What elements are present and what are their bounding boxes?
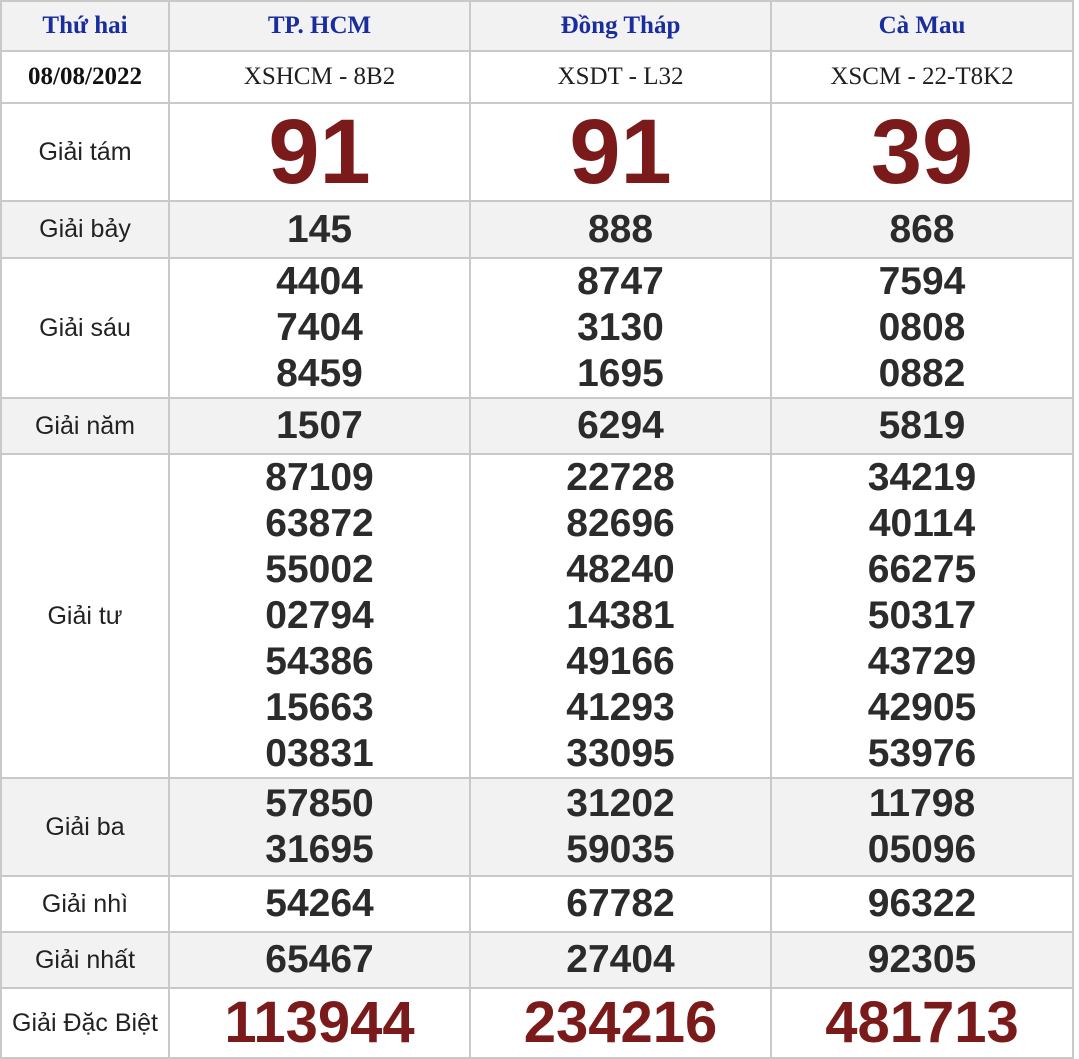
prize-value: 4404	[276, 260, 363, 303]
prize-value: 8747	[577, 260, 664, 303]
prize-value: 8459	[276, 352, 363, 395]
prize-value: 02794	[265, 594, 374, 637]
prize-value: 0808	[878, 306, 966, 349]
prize-value: 49166	[566, 640, 675, 683]
prize-value: 868	[770, 200, 1074, 259]
prize-value: 31695	[265, 828, 374, 871]
prize-values-ca-mau: 34219 40114 66275 50317 43729 42905 5397…	[770, 453, 1074, 779]
prize-values-hcm: 57850 31695	[168, 777, 471, 877]
prize-value: 53976	[867, 732, 977, 775]
prize-value: 59035	[566, 828, 675, 871]
prize-value: 39	[770, 102, 1074, 202]
prize-values-hcm: 4404 7404 8459	[168, 257, 471, 399]
day-of-week: Thứ hai	[0, 0, 170, 52]
prize-value: 27404	[469, 931, 772, 989]
special-prize-value: 481713	[770, 987, 1074, 1059]
prize-value: 145	[168, 200, 471, 259]
prize-value: 5819	[770, 397, 1074, 455]
prize-value: 6294	[469, 397, 772, 455]
prize-label: Giải bảy	[0, 200, 170, 259]
province-hcm: TP. HCM	[168, 0, 471, 52]
prize-row-5: Giải năm 1507 6294 5819	[0, 397, 1074, 455]
prize-value: 92305	[770, 931, 1074, 989]
prize-value: 7404	[276, 306, 363, 349]
prize-label: Giải tư	[0, 453, 170, 779]
prize-value: 54264	[168, 875, 471, 933]
prize-row-8: Giải tám 91 91 39	[0, 102, 1074, 202]
province-ca-mau: Cà Mau	[770, 0, 1074, 52]
prize-value: 82696	[566, 502, 675, 545]
prize-value: 48240	[566, 548, 675, 591]
prize-label: Giải nhất	[0, 931, 170, 989]
prize-value: 40114	[868, 502, 976, 545]
draw-code-hcm: XSHCM - 8B2	[168, 50, 471, 104]
prize-value: 03831	[265, 732, 374, 775]
prize-value: 55002	[265, 548, 374, 591]
prize-value: 43729	[867, 640, 977, 683]
prize-label: Giải nhì	[0, 875, 170, 933]
prize-value: 3130	[577, 306, 664, 349]
prize-value: 91	[168, 102, 471, 202]
draw-code-dong-thap: XSDT - L32	[469, 50, 772, 104]
prize-value: 33095	[566, 732, 675, 775]
prize-value: 7594	[878, 260, 966, 303]
prize-label: Giải Đặc Biệt	[0, 987, 170, 1059]
draw-date: 08/08/2022	[0, 50, 170, 104]
lottery-results-table: Thứ hai TP. HCM Đồng Tháp Cà Mau 08/08/2…	[0, 0, 1074, 1059]
prize-values-dong-thap: 31202 59035	[469, 777, 772, 877]
prize-value: 63872	[265, 502, 374, 545]
draw-code-row: 08/08/2022 XSHCM - 8B2 XSDT - L32 XSCM -…	[0, 50, 1074, 104]
draw-code-ca-mau: XSCM - 22-T8K2	[770, 50, 1074, 104]
prize-value: 1507	[168, 397, 471, 455]
prize-label: Giải năm	[0, 397, 170, 455]
prize-value: 66275	[867, 548, 977, 591]
prize-row-special: Giải Đặc Biệt 113944 234216 481713	[0, 987, 1074, 1059]
prize-values-dong-thap: 8747 3130 1695	[469, 257, 772, 399]
prize-values-hcm: 87109 63872 55002 02794 54386 15663 0383…	[168, 453, 471, 779]
prize-values-ca-mau: 11798 05096	[770, 777, 1074, 877]
prize-value: 67782	[469, 875, 772, 933]
prize-value: 34219	[867, 456, 977, 499]
prize-label: Giải sáu	[0, 257, 170, 399]
prize-value: 14381	[566, 594, 675, 637]
prize-row-1: Giải nhất 65467 27404 92305	[0, 931, 1074, 989]
province-dong-thap: Đồng Tháp	[469, 0, 772, 52]
prize-values-ca-mau: 7594 0808 0882	[770, 257, 1074, 399]
prize-value: 57850	[265, 782, 374, 825]
prize-row-7: Giải bảy 145 888 868	[0, 200, 1074, 259]
special-prize-value: 234216	[469, 987, 772, 1059]
prize-value: 41293	[566, 686, 675, 729]
prize-value: 87109	[265, 456, 374, 499]
prize-row-6: Giải sáu 4404 7404 8459 8747 3130 1695 7…	[0, 257, 1074, 399]
prize-value: 15663	[265, 686, 374, 729]
prize-value: 65467	[168, 931, 471, 989]
prize-row-4: Giải tư 87109 63872 55002 02794 54386 15…	[0, 453, 1074, 779]
prize-label: Giải ba	[0, 777, 170, 877]
prize-value: 888	[469, 200, 772, 259]
header-row: Thứ hai TP. HCM Đồng Tháp Cà Mau	[0, 0, 1074, 52]
prize-value: 96322	[770, 875, 1074, 933]
prize-value: 91	[469, 102, 772, 202]
prize-value: 0882	[878, 352, 966, 395]
prize-value: 42905	[867, 686, 977, 729]
prize-row-3: Giải ba 57850 31695 31202 59035 11798 05…	[0, 777, 1074, 877]
prize-value: 1695	[577, 352, 664, 395]
prize-value: 05096	[867, 828, 977, 871]
prize-row-2: Giải nhì 54264 67782 96322	[0, 875, 1074, 933]
prize-value: 54386	[265, 640, 374, 683]
prize-value: 50317	[867, 594, 977, 637]
prize-label: Giải tám	[0, 102, 170, 202]
prize-value: 22728	[566, 456, 675, 499]
prize-value: 31202	[566, 782, 675, 825]
prize-value: 11798	[868, 782, 976, 825]
special-prize-value: 113944	[168, 987, 471, 1059]
prize-values-dong-thap: 22728 82696 48240 14381 49166 41293 3309…	[469, 453, 772, 779]
